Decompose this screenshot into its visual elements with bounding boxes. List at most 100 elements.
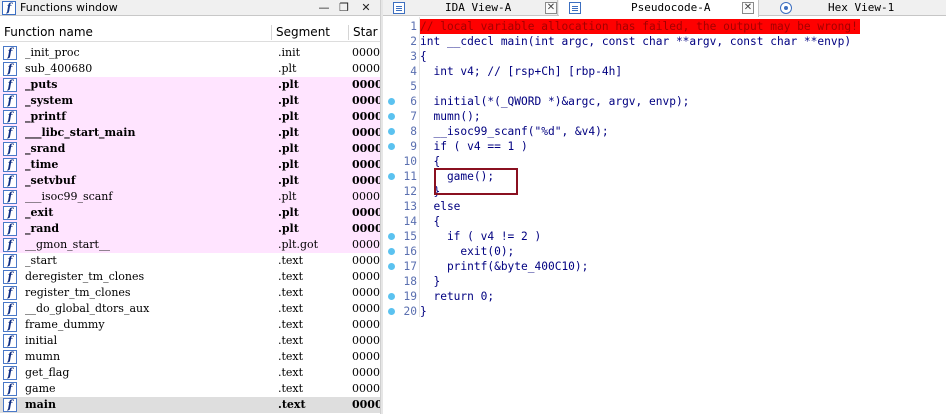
tab-hex-view-1[interactable]: Hex View-1 (760, 0, 946, 16)
function-segment: .text (278, 334, 304, 347)
code-line[interactable]: 10 { (383, 154, 946, 169)
function-icon: f (3, 62, 17, 76)
list-item[interactable]: f initial .text 0000 (0, 333, 380, 349)
tab-ida-view-a[interactable]: IDA View-A ✕ (383, 0, 558, 16)
list-item[interactable]: f _system .plt 0000 (0, 93, 380, 109)
list-item[interactable]: f _setvbuf .plt 0000 (0, 173, 380, 189)
code-line[interactable]: 9 if ( v4 == 1 ) (383, 139, 946, 154)
column-header-start[interactable]: Star (349, 23, 378, 42)
functions-table-header: Function name Segment Star (0, 23, 380, 42)
restore-button[interactable]: ❐ (334, 0, 354, 16)
function-icon: f (3, 142, 17, 156)
close-button[interactable]: ✕ (356, 0, 376, 16)
code-line[interactable]: 15 if ( v4 != 2 ) (383, 229, 946, 244)
code-line[interactable]: 2 int __cdecl main(int argc, const char *… (383, 34, 946, 49)
line-number: 3 (410, 50, 417, 63)
function-segment: .plt (278, 222, 299, 235)
functions-window: f Functions window — ❐ ✕ Function name S… (0, 0, 380, 414)
list-item[interactable]: f _srand .plt 0000 (0, 141, 380, 157)
code-line[interactable]: 13 else (383, 199, 946, 214)
function-start: 0000 (352, 158, 380, 171)
close-icon[interactable]: ✕ (545, 2, 557, 14)
code-line[interactable]: 17 printf(&byte_400C10); (383, 259, 946, 274)
code-line[interactable]: 5 (383, 79, 946, 94)
line-number: 19 (403, 290, 417, 303)
function-start: 0000 (352, 270, 380, 283)
code-line[interactable]: 3{ (383, 49, 946, 64)
minimize-button[interactable]: — (314, 0, 334, 16)
list-item[interactable]: f _init_proc .init 0000 (0, 45, 380, 61)
breakpoint-dot-icon[interactable] (388, 143, 395, 150)
tab-label: Hex View-1 (828, 1, 895, 14)
list-item[interactable]: f frame_dummy .text 0000 (0, 317, 380, 333)
code-line[interactable]: 20} (383, 304, 946, 319)
list-item[interactable]: f _rand .plt 0000 (0, 221, 380, 237)
list-item[interactable]: f _start .text 0000 (0, 253, 380, 269)
tab-pseudocode-a[interactable]: Pseudocode-A ✕ (559, 0, 759, 17)
code-text: { (420, 155, 441, 168)
function-icon: f (3, 126, 17, 140)
code-text: exit(0); (420, 245, 515, 258)
function-start: 0000 (352, 206, 380, 219)
function-start: 0000 (352, 318, 380, 331)
list-item[interactable]: f get_flag .text 0000 (0, 365, 380, 381)
list-item[interactable]: f ___libc_start_main .plt 0000 (0, 125, 380, 141)
list-item[interactable]: f _printf .plt 0000 (0, 109, 380, 125)
column-header-segment[interactable]: Segment (272, 23, 330, 42)
function-icon: f (3, 94, 17, 108)
list-item[interactable]: f mumn .text 0000 (0, 349, 380, 365)
breakpoint-dot-icon[interactable] (388, 173, 395, 180)
list-item[interactable]: f _exit .plt 0000 (0, 205, 380, 221)
code-line[interactable]: 7 mumn(); (383, 109, 946, 124)
code-line[interactable]: 6 initial(*(_QWORD *)&argc, argv, envp); (383, 94, 946, 109)
column-header-function-name[interactable]: Function name (0, 23, 93, 42)
line-number: 14 (403, 215, 417, 228)
close-icon[interactable]: ✕ (742, 2, 754, 14)
list-item[interactable]: f register_tm_clones .text 0000 (0, 285, 380, 301)
code-text: } (420, 275, 441, 288)
function-icon: f (3, 158, 17, 172)
list-item[interactable]: f game .text 0000 (0, 381, 380, 397)
function-start: 0000 (352, 46, 380, 59)
function-name: frame_dummy (25, 318, 105, 331)
list-item[interactable]: f _time .plt 0000 (0, 157, 380, 173)
function-start: 0000 (352, 62, 380, 75)
ida-view-icon (393, 2, 405, 14)
breakpoint-dot-icon[interactable] (388, 263, 395, 270)
code-line[interactable]: 18 } (383, 274, 946, 289)
code-line[interactable]: 1// local variable allocation has failed… (383, 19, 946, 34)
list-item[interactable]: f __do_global_dtors_aux .text 0000 (0, 301, 380, 317)
breakpoint-dot-icon[interactable] (388, 113, 395, 120)
function-start: 0000 (352, 238, 380, 251)
pseudocode-view[interactable]: 1// local variable allocation has failed… (383, 17, 946, 414)
line-number: 12 (403, 185, 417, 198)
breakpoint-dot-icon[interactable] (388, 308, 395, 315)
function-start: 0000 (352, 286, 380, 299)
view-tabs: IDA View-A ✕ Pseudocode-A ✕ Hex View-1 (383, 0, 946, 17)
code-line[interactable]: 8 __isoc99_scanf("%d", &v4); (383, 124, 946, 139)
code-line[interactable]: 4 int v4; // [rsp+Ch] [rbp-4h] (383, 64, 946, 79)
hex-view-icon (780, 2, 792, 14)
function-name: main (25, 398, 56, 411)
functions-window-titlebar: f Functions window — ❐ ✕ (0, 0, 380, 16)
list-item[interactable]: f main .text 0000 (0, 397, 380, 413)
function-segment: .plt (278, 142, 299, 155)
line-number: 6 (410, 95, 417, 108)
list-item[interactable]: f sub_400680 .plt 0000 (0, 61, 380, 77)
breakpoint-dot-icon[interactable] (388, 233, 395, 240)
breakpoint-dot-icon[interactable] (388, 98, 395, 105)
list-item[interactable]: f __gmon_start__ .plt.got 0000 (0, 237, 380, 253)
list-item[interactable]: f deregister_tm_clones .text 0000 (0, 269, 380, 285)
code-line[interactable]: 19 return 0; (383, 289, 946, 304)
list-item[interactable]: f _puts .plt 0000 (0, 77, 380, 93)
code-line[interactable]: 14 { (383, 214, 946, 229)
breakpoint-dot-icon[interactable] (388, 293, 395, 300)
line-number: 8 (410, 125, 417, 138)
list-item[interactable]: f ___isoc99_scanf .plt 0000 (0, 189, 380, 205)
function-name: _printf (25, 110, 66, 123)
function-start: 0000 (352, 302, 380, 315)
functions-window-title: Functions window (20, 1, 118, 14)
breakpoint-dot-icon[interactable] (388, 248, 395, 255)
code-line[interactable]: 16 exit(0); (383, 244, 946, 259)
breakpoint-dot-icon[interactable] (388, 128, 395, 135)
